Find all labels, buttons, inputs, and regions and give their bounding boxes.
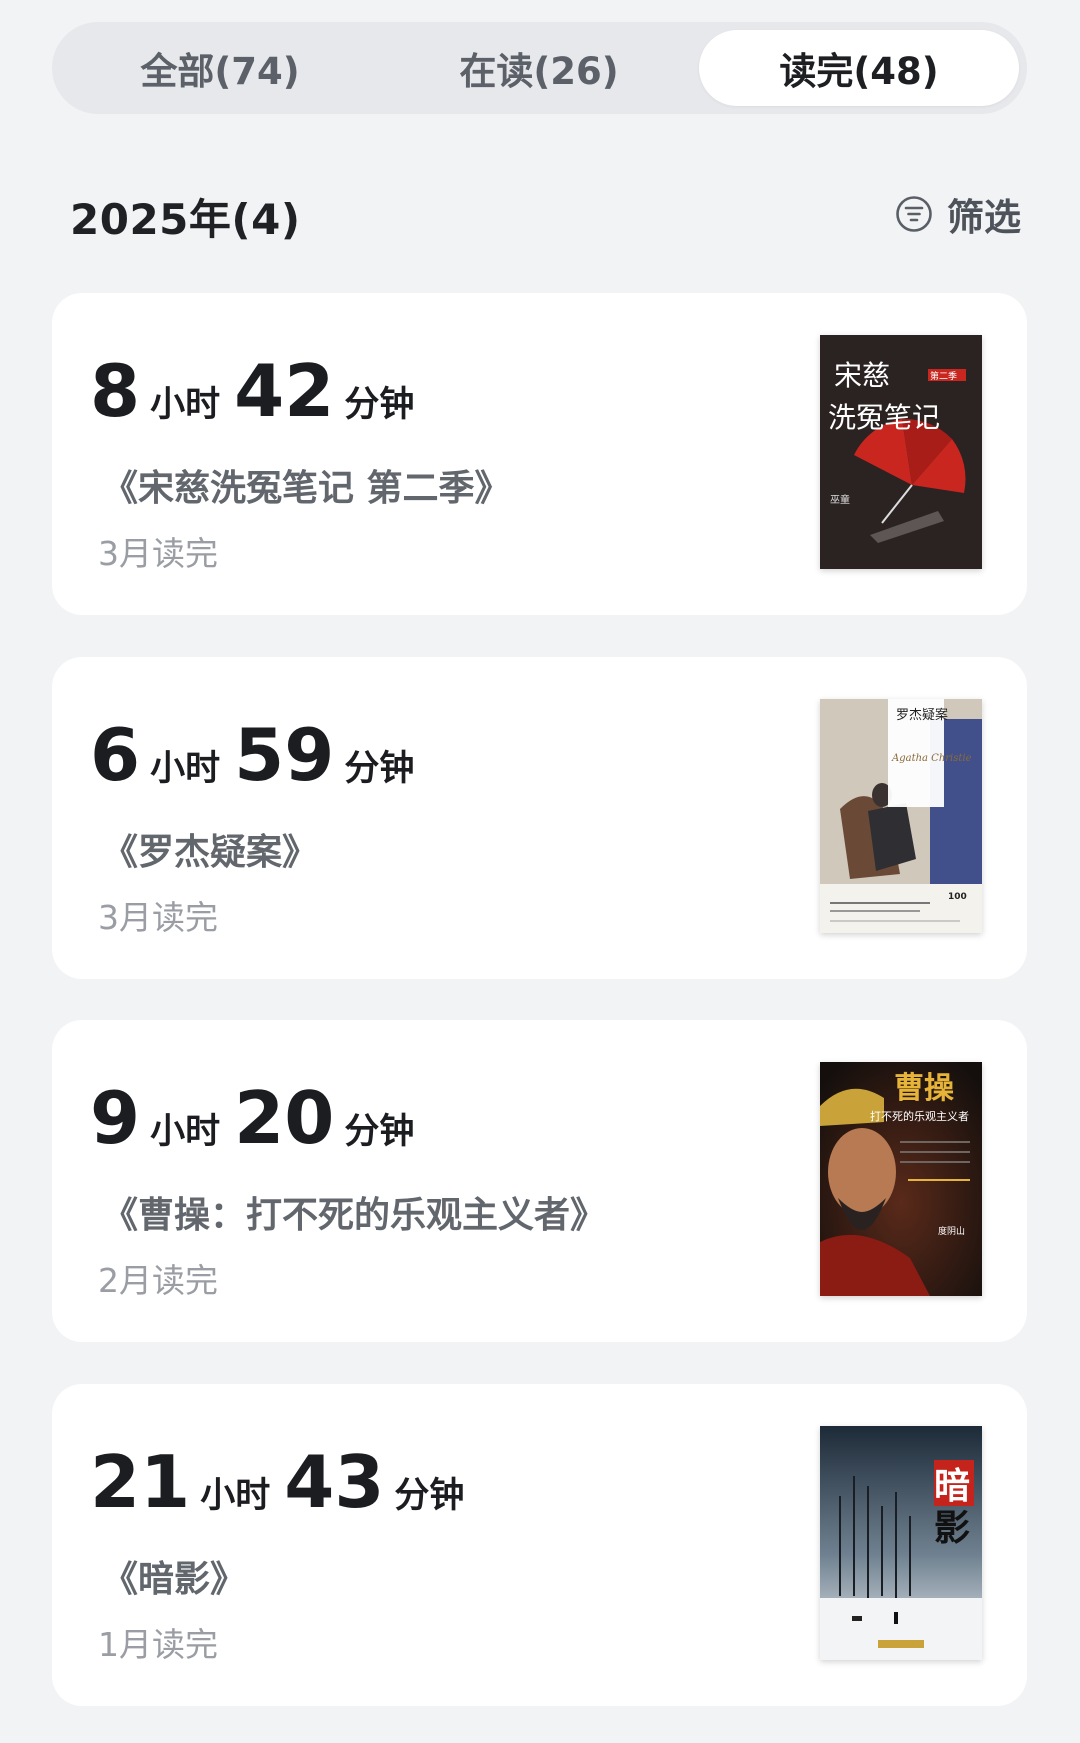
- reading-status-tabs: 全部(74) 在读(26) 读完(48): [52, 22, 1027, 114]
- finish-date: 1月读完: [98, 1625, 218, 1664]
- book-cover[interactable]: 暗 影: [820, 1426, 982, 1660]
- cover-title-line2: 洗冤笔记: [828, 401, 940, 434]
- book-cover[interactable]: 曹操 打不死的乐观主义者 度阴山: [820, 1062, 982, 1296]
- filter-button[interactable]: 筛选: [895, 186, 1021, 242]
- cover-title-char2: 影: [934, 1508, 970, 1549]
- book-card[interactable]: 6 小时 59 分钟 《罗杰疑案》 3月读完 罗杰疑案 Agatha Christie…: [52, 657, 1027, 979]
- minute-unit: 分钟: [344, 749, 415, 789]
- cover-title: 罗杰疑案: [896, 707, 948, 723]
- minute-unit: 分钟: [344, 1112, 415, 1152]
- filter-icon: [895, 195, 933, 233]
- cover-badge: 100: [948, 892, 967, 902]
- duration-hours: 21: [90, 1440, 191, 1524]
- minute-unit: 分钟: [394, 1476, 465, 1516]
- book-title: 《罗杰疑案》: [102, 832, 319, 873]
- hour-unit: 小时: [150, 1112, 221, 1152]
- book-cover[interactable]: 罗杰疑案 Agatha Christie 100: [820, 699, 982, 933]
- book-card[interactable]: 9 小时 20 分钟 《曹操：打不死的乐观主义者》 2月读完 曹操 打不死的乐观主义者…: [52, 1020, 1027, 1342]
- duration-hours: 6: [90, 713, 141, 797]
- reading-duration: 6 小时 59 分钟: [90, 719, 428, 791]
- book-title: 《曹操：打不死的乐观主义者》: [102, 1195, 607, 1236]
- minute-unit: 分钟: [344, 385, 415, 425]
- book-title: 《宋慈洗冤笔记 第二季》: [102, 468, 511, 509]
- finish-date: 3月读完: [98, 898, 218, 937]
- cover-title: 曹操: [894, 1071, 955, 1106]
- finish-date: 3月读完: [98, 534, 218, 573]
- duration-hours: 8: [90, 349, 141, 433]
- tab-finished[interactable]: 读完(48): [699, 30, 1019, 106]
- duration-minutes: 42: [234, 349, 335, 433]
- cover-subtitle: 打不死的乐观主义者: [870, 1109, 969, 1123]
- cover-signature: Agatha Christie: [891, 753, 972, 764]
- reading-duration: 9 小时 20 分钟: [90, 1082, 428, 1154]
- year-section-title: 2025年(4): [70, 195, 301, 244]
- duration-minutes: 20: [234, 1076, 335, 1160]
- tab-reading[interactable]: 在读(26): [379, 30, 699, 106]
- tab-all[interactable]: 全部(74): [60, 30, 380, 106]
- filter-label: 筛选: [947, 196, 1021, 239]
- duration-minutes: 59: [234, 713, 335, 797]
- hour-unit: 小时: [150, 385, 221, 425]
- cover-author: 度阴山: [938, 1225, 965, 1237]
- reading-duration: 21 小时 43 分钟: [90, 1446, 478, 1518]
- finish-date: 2月读完: [98, 1261, 218, 1300]
- cover-author: 巫童: [830, 493, 850, 506]
- book-card[interactable]: 21 小时 43 分钟 《暗影》 1月读完 暗 影: [52, 1384, 1027, 1706]
- book-title: 《暗影》: [102, 1559, 247, 1600]
- duration-hours: 9: [90, 1076, 141, 1160]
- cover-badge: 第二季: [930, 370, 957, 382]
- duration-minutes: 43: [284, 1440, 385, 1524]
- book-cover[interactable]: 宋慈 洗冤笔记 第二季 巫童: [820, 335, 982, 569]
- cover-title-char1: 暗: [934, 1466, 970, 1507]
- book-card[interactable]: 8 小时 42 分钟 《宋慈洗冤笔记 第二季》 3月读完 宋慈 洗冤笔记 第二季 巫童: [52, 293, 1027, 615]
- cover-title-line1: 宋慈: [834, 359, 890, 392]
- reading-duration: 8 小时 42 分钟: [90, 355, 428, 427]
- hour-unit: 小时: [150, 749, 221, 789]
- hour-unit: 小时: [200, 1476, 271, 1516]
